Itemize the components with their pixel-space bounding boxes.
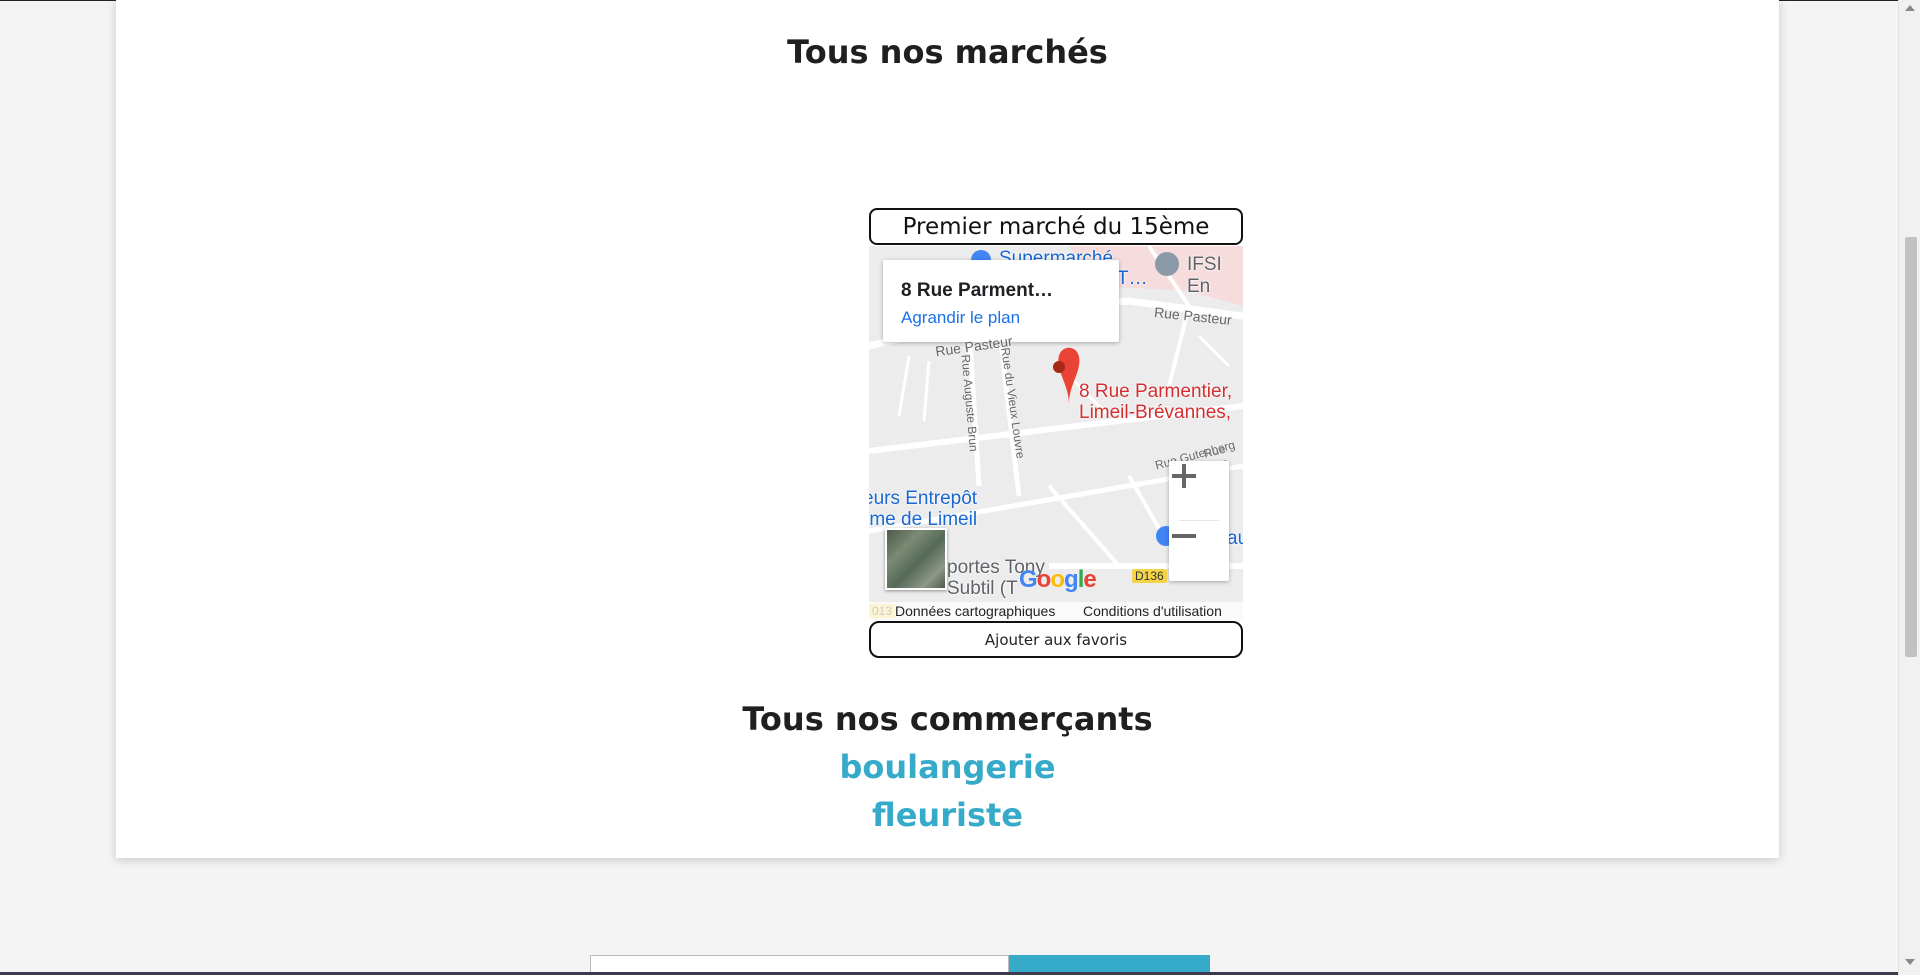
map-terms-link[interactable]: Conditions d'utilisation <box>1083 603 1222 619</box>
market-name-box: Premier marché du 15ème <box>869 208 1243 245</box>
satellite-toggle-thumbnail[interactable] <box>885 528 947 590</box>
poi-entrepot-line1: eurs Entrepôt <box>869 488 978 509</box>
enlarge-map-link[interactable]: Agrandir le plan <box>901 308 1020 328</box>
plus-icon <box>1172 464 1196 488</box>
map-zoom-control <box>1169 461 1229 581</box>
minus-icon <box>1172 534 1196 538</box>
category-link-boulangerie[interactable]: boulangerie <box>116 748 1779 786</box>
content-card: Tous nos marchés Premier marché du 15ème… <box>116 0 1779 858</box>
scroll-down-arrow-icon[interactable] <box>1905 959 1915 965</box>
markets-title: Tous nos marchés <box>787 33 1108 71</box>
map-info-card: 8 Rue Parment… Agrandir le plan <box>883 260 1119 342</box>
add-to-favorites-button[interactable]: Ajouter aux favoris <box>869 621 1243 658</box>
poi-entrepot[interactable]: eurs Entrepôt rme de Limeil <box>869 488 977 530</box>
scrollbar-thumb[interactable] <box>1905 237 1917 657</box>
vertical-scrollbar[interactable] <box>1898 0 1920 975</box>
poi-ifsi[interactable]: IFSI En <box>1187 254 1243 298</box>
map-pin-label[interactable]: 8 Rue Parmentier, Limeil-Brévannes, <box>1079 381 1232 423</box>
poi-entrepot-line2: rme de Limeil <box>869 509 978 530</box>
category-link-fleuriste[interactable]: fleuriste <box>116 796 1779 834</box>
google-logo: Google <box>1019 566 1097 593</box>
scroll-up-arrow-icon[interactable] <box>1905 5 1915 11</box>
map-footer: Données cartographiques Conditions d'uti… <box>869 602 1243 620</box>
poi-right-edge[interactable]: au <box>1227 528 1243 550</box>
map-embed[interactable]: Supermarché T… IFSI En 8 Rue Parment… Ag… <box>869 246 1243 620</box>
zoom-in-button[interactable] <box>1169 461 1229 521</box>
merchants-title: Tous nos commerçants <box>742 700 1153 738</box>
pin-label-line2: Limeil-Brévannes, <box>1079 402 1232 423</box>
map-info-title: 8 Rue Parment… <box>901 280 1054 301</box>
poi-supermarche-suffix: T… <box>1117 268 1148 289</box>
road-badge-d136: D136 <box>1132 569 1167 583</box>
zoom-out-button[interactable] <box>1169 521 1229 581</box>
pin-label-line1: 8 Rue Parmentier, <box>1079 381 1233 402</box>
map-data-link[interactable]: Données cartographiques <box>895 603 1055 619</box>
